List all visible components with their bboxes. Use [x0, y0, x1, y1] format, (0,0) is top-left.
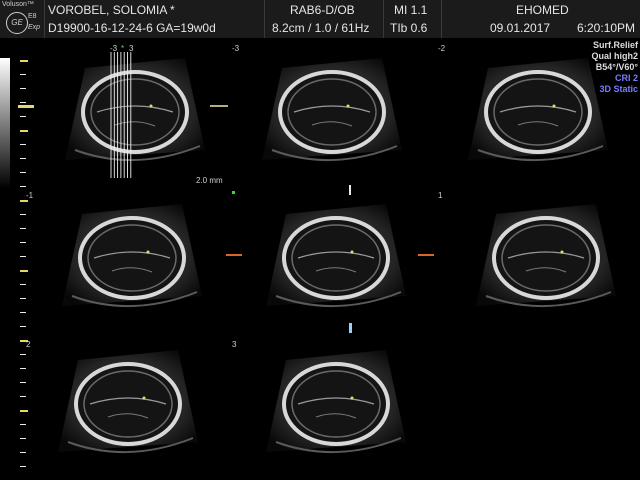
ruler-tick	[20, 298, 26, 299]
ultrasound-slice-8[interactable]	[256, 342, 416, 467]
slice-label-t2: -3	[232, 44, 240, 53]
clinic-name: EHOMED	[516, 3, 569, 17]
ruler-tick	[20, 438, 26, 439]
ruler-tick	[20, 284, 26, 285]
ruler-tick	[20, 74, 26, 75]
slice-label-t3: -2	[438, 44, 446, 53]
brand-text: Voluson™	[2, 1, 34, 8]
ruler-tick	[20, 466, 26, 467]
ruler-tick	[20, 88, 26, 89]
focus-marker	[18, 105, 34, 108]
patient-id: D19900-16-12-24-6 GA=19w0d	[48, 21, 216, 35]
ultrasound-slice-7[interactable]	[48, 342, 208, 467]
ruler-tick	[20, 186, 26, 187]
ultrasound-slice-4[interactable]	[52, 196, 212, 321]
ultrasound-slice-3[interactable]	[458, 50, 618, 175]
ruler-tick	[20, 214, 26, 215]
plane-marker-blue	[349, 323, 352, 333]
plane-dot	[232, 191, 235, 194]
slice-label-row2: -1	[26, 191, 34, 200]
ruler-tick	[20, 242, 26, 243]
ruler-tick	[20, 396, 26, 397]
ultrasound-slice-6[interactable]	[466, 196, 626, 321]
slice-label-t8: 3	[232, 340, 237, 349]
ruler-tick	[20, 172, 26, 173]
ruler-tick	[20, 354, 26, 355]
ruler-tick	[20, 200, 28, 202]
ruler-tick	[20, 256, 26, 257]
slice-label-row3: 2	[26, 340, 31, 349]
vendor-logo: Voluson™ GE E8 Exp	[0, 0, 44, 38]
exam-date: 09.01.2017	[490, 21, 551, 35]
ruler-tick	[20, 382, 26, 383]
ruler-tick	[20, 312, 26, 313]
ultrasound-slice-1[interactable]	[55, 50, 215, 175]
ruler-tick	[20, 144, 26, 145]
ruler-tick	[20, 158, 26, 159]
grayscale-bar	[0, 58, 10, 188]
mi-value: MI 1.1	[394, 3, 428, 17]
slice-spacing: 2.0 mm	[196, 176, 223, 185]
ultrasound-slice-2[interactable]	[252, 50, 412, 175]
ruler-tick	[20, 270, 28, 272]
ruler-tick	[20, 368, 26, 369]
ge-logo-icon: GE	[6, 12, 28, 34]
tib-value: TIb 0.6	[390, 21, 428, 35]
ruler-tick	[20, 228, 26, 229]
plane-marker-2	[349, 185, 351, 195]
header-bar: Voluson™ GE E8 Exp VOROBEL, SOLOMIA * D1…	[0, 0, 640, 38]
mode-text: Exp	[28, 24, 41, 31]
probe-name: RAB6-D/OB	[290, 3, 355, 17]
probe-params: 8.2cm / 1.0 / 61Hz	[272, 21, 370, 35]
slice-label-t6: 1	[438, 191, 443, 200]
slice-position-lines	[110, 52, 132, 178]
exam-time: 6:20:10PM	[577, 21, 636, 35]
ruler-tick	[20, 60, 28, 62]
patient-name: VOROBEL, SOLOMIA *	[48, 3, 175, 17]
ruler-tick	[20, 410, 28, 412]
ruler-tick	[20, 424, 26, 425]
model-text: E8	[28, 13, 37, 20]
plane-marker-right	[418, 254, 434, 256]
ruler-tick	[20, 130, 28, 132]
ruler-tick	[20, 452, 26, 453]
ultrasound-slice-5[interactable]	[256, 196, 416, 321]
ruler-tick	[20, 326, 26, 327]
ruler-tick	[20, 116, 26, 117]
plane-marker-left	[226, 254, 242, 256]
ruler-tick	[20, 102, 26, 103]
